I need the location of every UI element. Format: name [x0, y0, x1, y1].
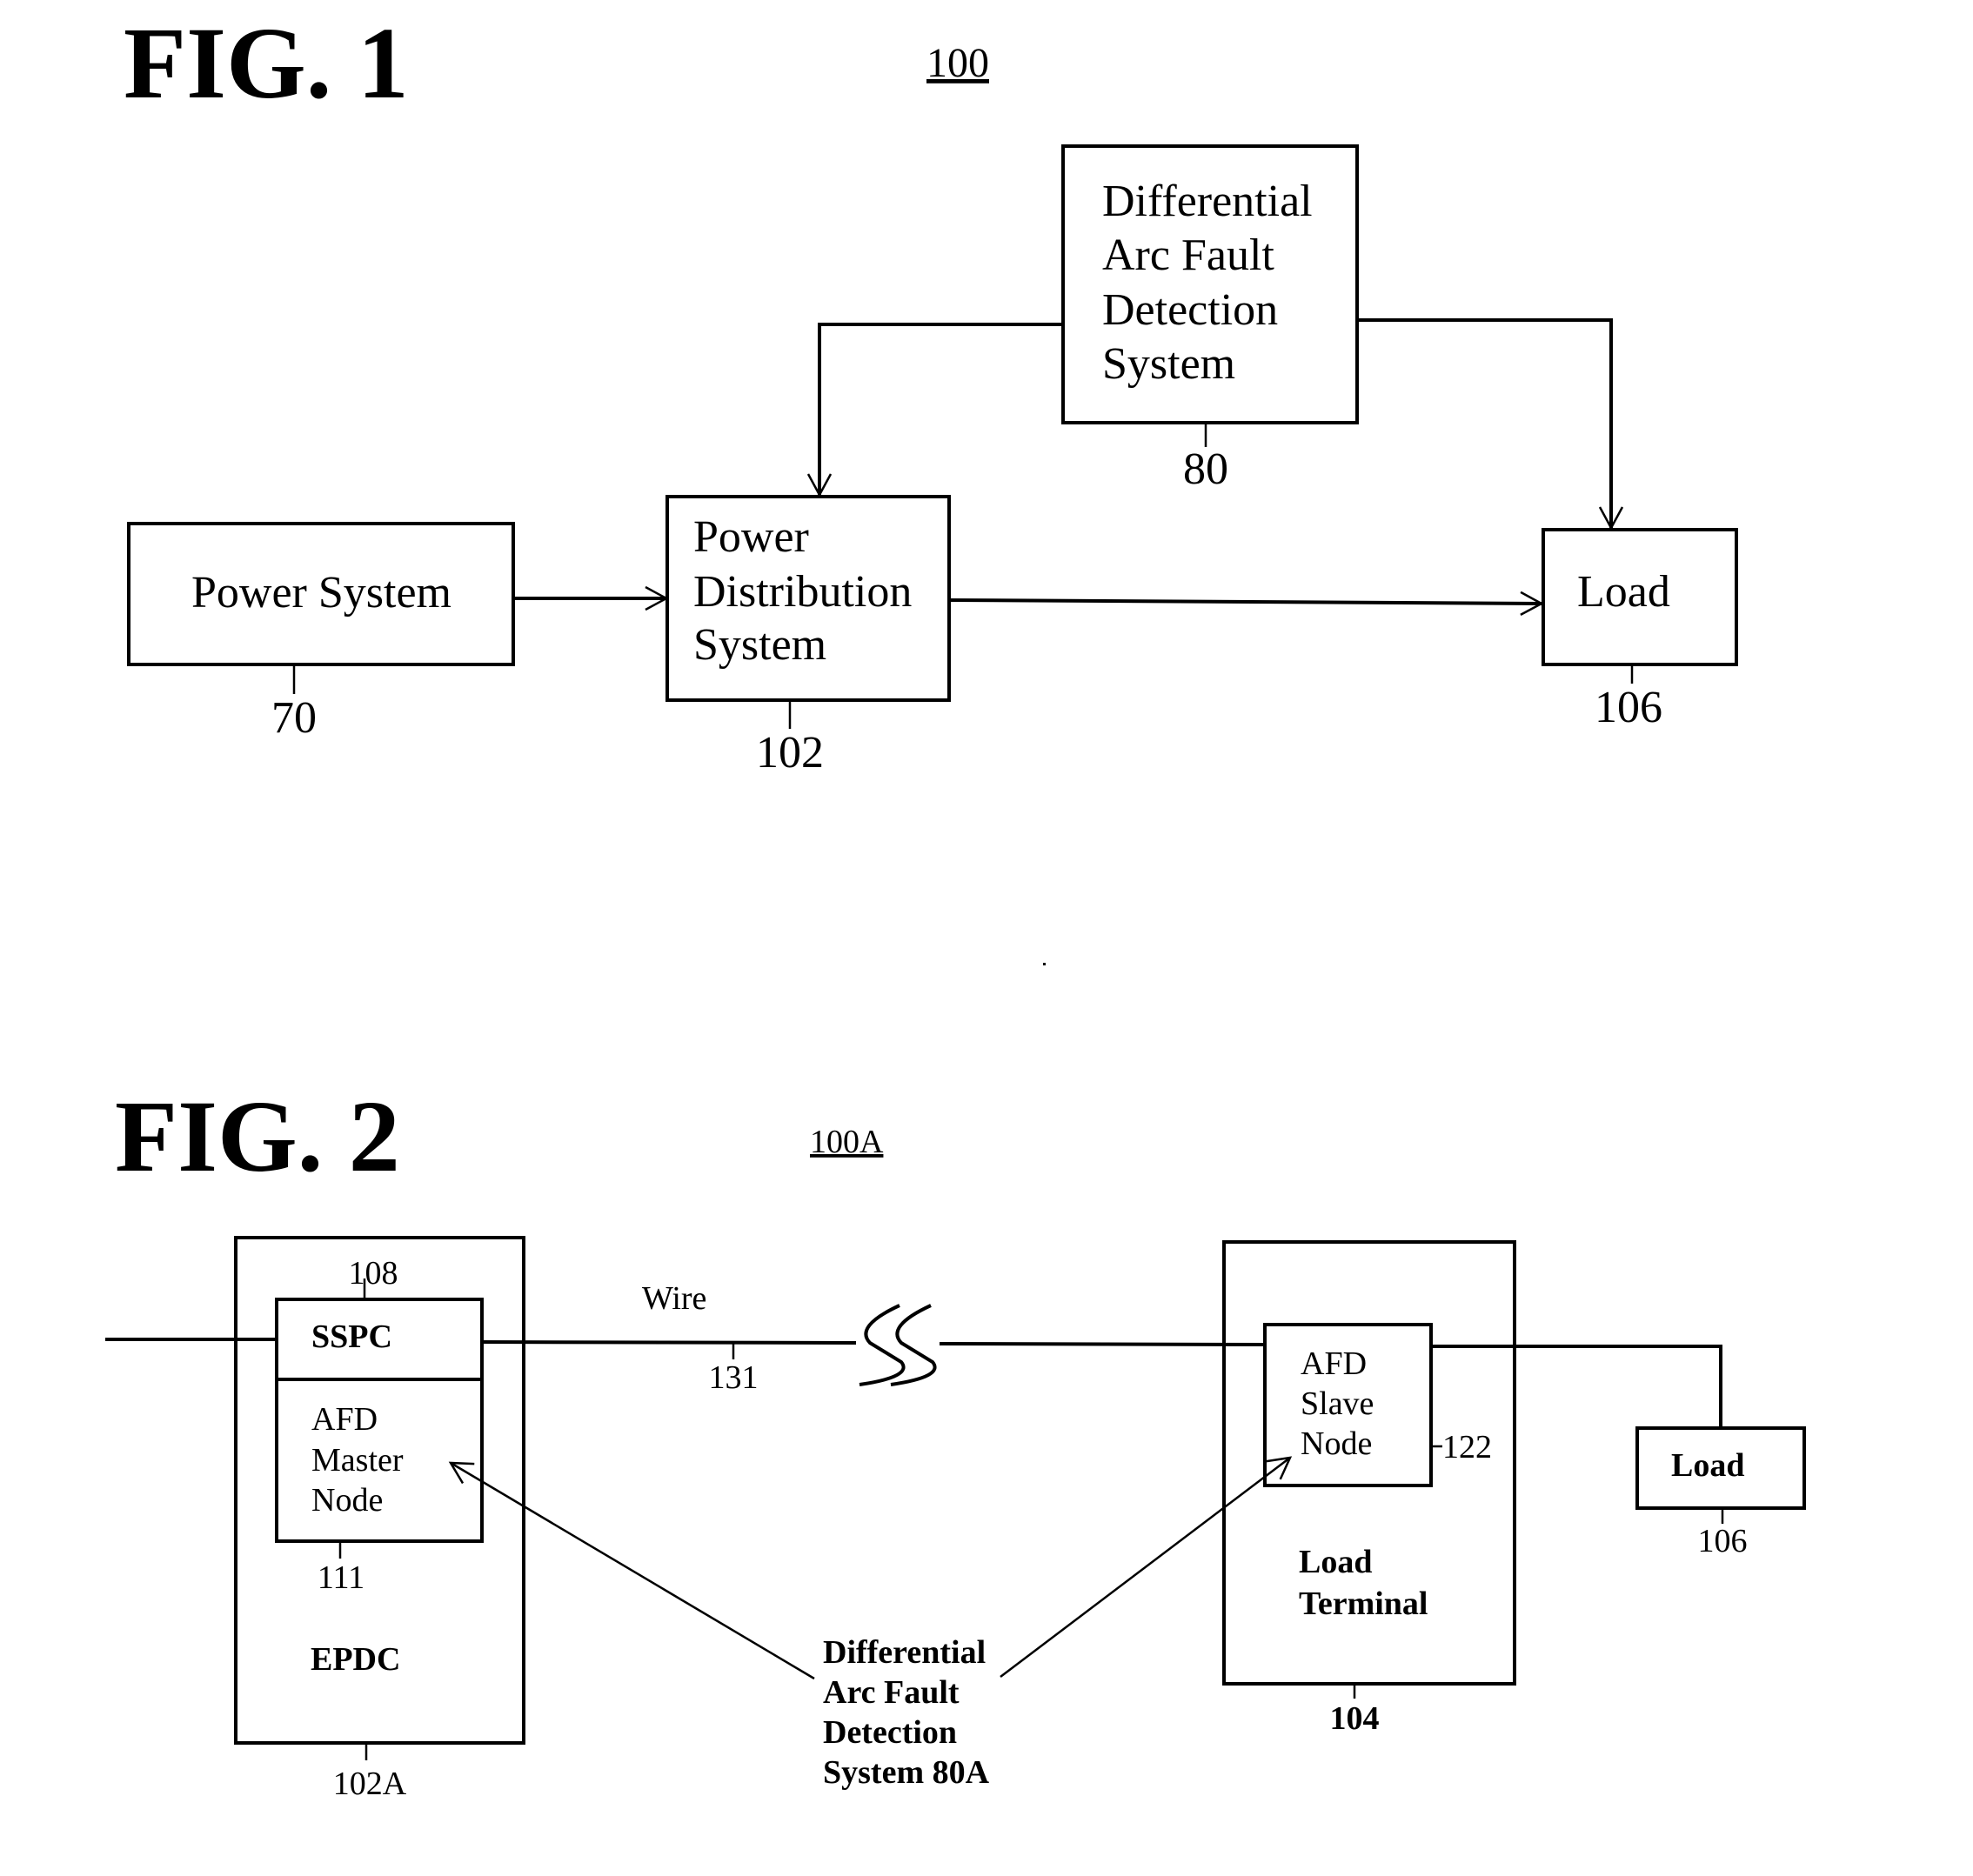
dafd-label-line3: Detection: [1102, 285, 1278, 335]
power-distribution-block: Power Distribution System 102: [665, 495, 951, 778]
slave-to-load-wire: [1431, 1345, 1722, 1428]
load-fig2-label: Load: [1671, 1447, 1744, 1484]
afd-slave-label-line1: AFD: [1301, 1345, 1367, 1382]
dafd-80a-line2: Arc Fault: [823, 1674, 960, 1711]
sspc-ref: 108: [349, 1255, 398, 1292]
wire-label: Wire: [642, 1280, 706, 1317]
load-block: Load 106: [1542, 528, 1738, 732]
dafd-label-line1: Differential: [1102, 177, 1313, 226]
power-distribution-label-line3: System: [693, 620, 826, 670]
epdc-label: EPDC: [311, 1641, 400, 1678]
load-fig2-ref: 106: [1698, 1523, 1748, 1559]
power-system-ref: 70: [271, 693, 317, 743]
afd-master-label-line3: Node: [311, 1482, 383, 1519]
power-system-label: Power System: [191, 568, 451, 618]
afd-master-node: AFD Master Node 111: [311, 1401, 404, 1596]
power-distribution-ref: 102: [756, 728, 824, 778]
dafd-label-line4: System: [1102, 339, 1235, 389]
afd-master-label-line2: Master: [311, 1442, 404, 1479]
leader-arrow-to-master: [448, 1461, 815, 1680]
dafd-80a-line3: Detection: [823, 1714, 957, 1751]
dafd-80a-line1: Differential: [823, 1634, 986, 1671]
power-distribution-label-line2: Distribution: [693, 567, 912, 617]
dafd-label-line2: Arc Fault: [1102, 230, 1274, 280]
arrow-dafd-to-load: [1357, 318, 1624, 531]
fig1-reference: 100: [926, 40, 989, 86]
load-label: Load: [1577, 567, 1670, 617]
power-distribution-label-line1: Power: [693, 512, 809, 562]
load-terminal-label-line2: Terminal: [1299, 1586, 1428, 1622]
afd-slave-label-line2: Slave: [1301, 1385, 1374, 1422]
dafd-80a-line4: System 80A: [823, 1754, 990, 1791]
afd-master-ref: 111: [318, 1559, 365, 1596]
fig2-title: FIG. 2: [115, 1079, 400, 1193]
fig1-title: FIG. 1: [124, 6, 409, 120]
figure-1: FIG. 1 100 Power System 70 Power Distrib…: [124, 6, 1738, 778]
load-terminal-label-line1: Load: [1299, 1544, 1372, 1580]
fig2-reference: 100A: [810, 1124, 884, 1160]
power-system-block: Power System 70: [127, 522, 515, 743]
afd-master-label-line1: AFD: [311, 1401, 378, 1438]
dafd-80a-label: Differential Arc Fault Detection System …: [823, 1634, 990, 1791]
figure-2: FIG. 2 100A EPDC 102A SSPC 108 AFD Maste…: [105, 1079, 1806, 1802]
arrow-dafd-to-distribution: [806, 323, 1063, 497]
load-terminal-block: Load Terminal 104: [1222, 1240, 1516, 1737]
epdc-ref: 102A: [333, 1766, 407, 1802]
afd-slave-label-line3: Node: [1301, 1425, 1372, 1462]
afd-slave-ref: 122: [1442, 1429, 1492, 1465]
load-block-fig2: Load 106: [1635, 1426, 1806, 1559]
load-ref: 106: [1595, 683, 1662, 732]
leader-arrow-to-slave: [1000, 1456, 1293, 1678]
dafd-block: Differential Arc Fault Detection System …: [1061, 144, 1359, 494]
dafd-ref: 80: [1183, 444, 1228, 494]
wire-ref: 131: [709, 1359, 759, 1396]
patent-drawing: FIG. 1 100 Power System 70 Power Distrib…: [105, 6, 1806, 1802]
afd-slave-node: AFD Slave Node 122: [1263, 1323, 1492, 1487]
sspc-label: SSPC: [311, 1319, 392, 1355]
load-terminal-ref: 104: [1330, 1700, 1380, 1737]
arrow-distribution-to-load: [948, 591, 1544, 616]
